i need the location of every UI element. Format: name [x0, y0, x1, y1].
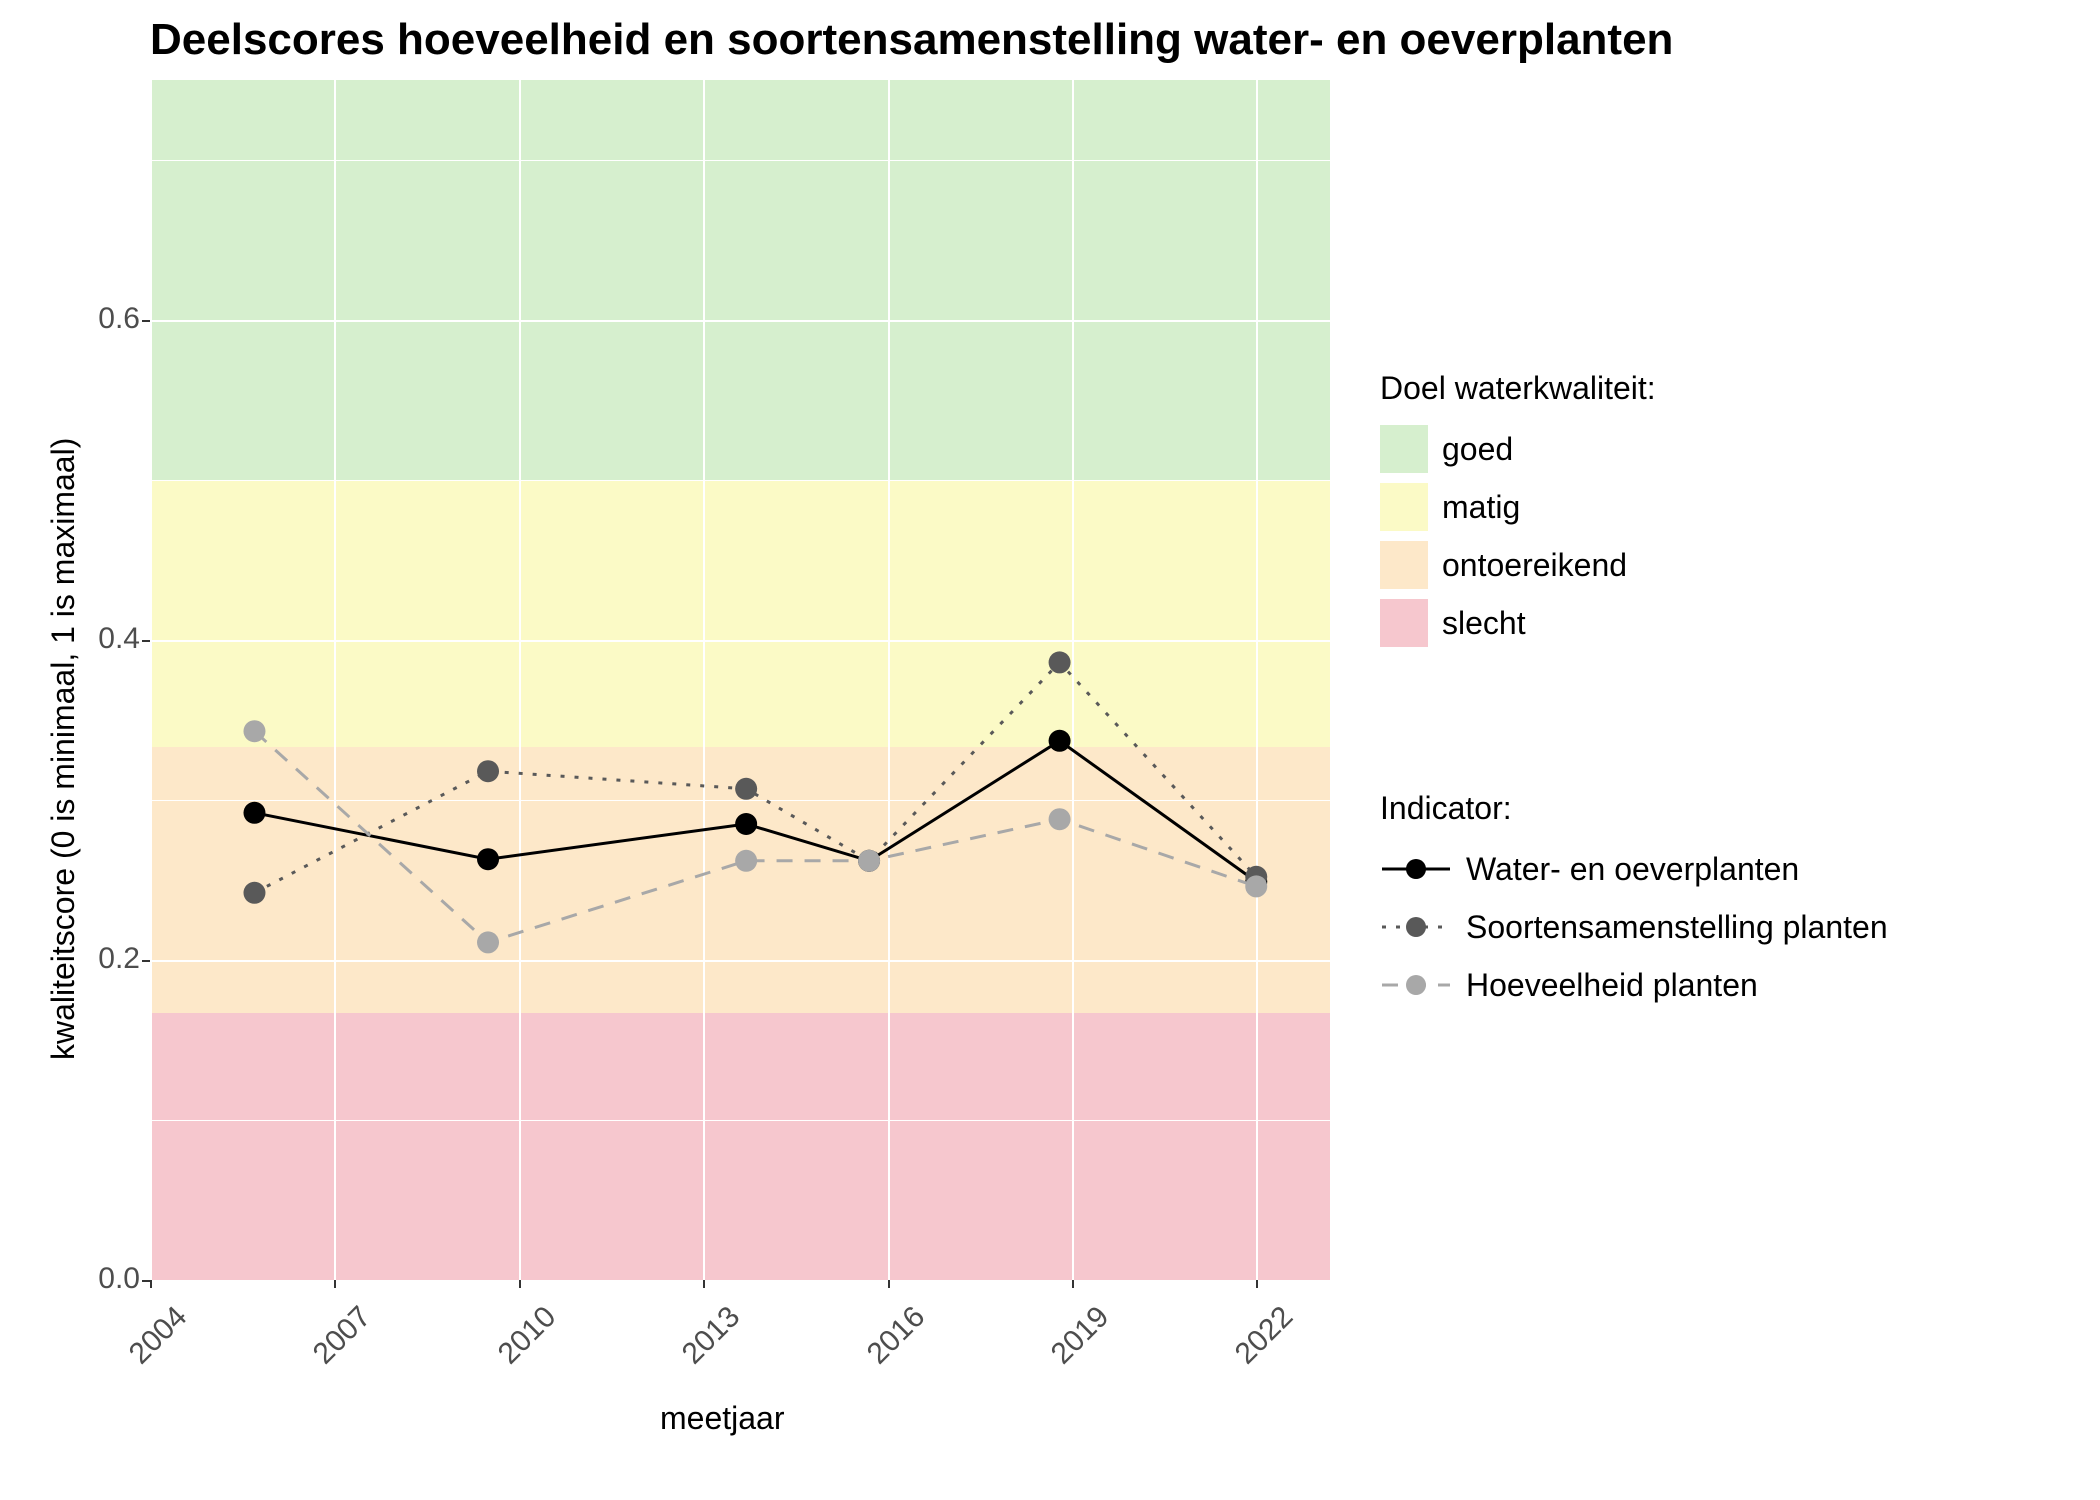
series-point	[735, 850, 757, 872]
legend-swatch	[1380, 541, 1428, 589]
legend-label: Water- en oeverplanten	[1466, 851, 1799, 888]
legend-indicator-item: Water- en oeverplanten	[1380, 845, 1888, 893]
legend-indicator-item: Hoeveelheid planten	[1380, 961, 1888, 1009]
x-tick-label: 2013	[659, 1300, 747, 1388]
legend-doel-title: Doel waterkwaliteit:	[1380, 370, 1656, 407]
legend-doel-item: slecht	[1380, 599, 1656, 647]
x-tick-mark	[888, 1280, 890, 1288]
legend-swatch	[1380, 599, 1428, 647]
x-tick-mark	[334, 1280, 336, 1288]
series-point	[477, 848, 499, 870]
legend-swatch	[1380, 483, 1428, 531]
y-tick-mark	[142, 640, 150, 642]
legend-doel-item: matig	[1380, 483, 1656, 531]
legend-indicator-title: Indicator:	[1380, 790, 1888, 827]
y-tick-mark	[142, 320, 150, 322]
series-point	[477, 760, 499, 782]
legend-label: slecht	[1442, 605, 1526, 642]
legend-label: Soortensamenstelling planten	[1466, 909, 1888, 946]
legend-indicator-item: Soortensamenstelling planten	[1380, 903, 1888, 951]
chart-title: Deelscores hoeveelheid en soortensamenst…	[150, 15, 1673, 65]
x-tick-mark	[1072, 1280, 1074, 1288]
series-point	[1049, 651, 1071, 673]
series-point	[1049, 730, 1071, 752]
x-tick-mark	[703, 1280, 705, 1288]
legend-doel-item: ontoereikend	[1380, 541, 1656, 589]
legend-doel-item: goed	[1380, 425, 1656, 473]
legend-doel: Doel waterkwaliteit: goed matig ontoereike…	[1380, 370, 1656, 657]
y-tick-mark	[142, 960, 150, 962]
series-point	[1245, 875, 1267, 897]
series-point	[243, 882, 265, 904]
x-axis-title: meetjaar	[660, 1400, 785, 1437]
x-tick-label: 2004	[106, 1300, 194, 1388]
legend-label: ontoereikend	[1442, 547, 1627, 584]
legend-label: goed	[1442, 431, 1513, 468]
chart-container: Deelscores hoeveelheid en soortensamenst…	[0, 0, 2100, 1500]
y-axis-title: kwaliteitscore (0 is minimaal, 1 is maxi…	[45, 438, 82, 1060]
series-point	[735, 778, 757, 800]
y-tick-label: 0.6	[40, 302, 140, 336]
legend-label: Hoeveelheid planten	[1466, 967, 1758, 1004]
x-tick-mark	[1256, 1280, 1258, 1288]
series-point	[735, 813, 757, 835]
series-point	[243, 720, 265, 742]
x-tick-label: 2016	[844, 1300, 932, 1388]
x-tick-label: 2022	[1213, 1300, 1301, 1388]
x-tick-mark	[519, 1280, 521, 1288]
legend-indicator: Indicator: Water- en oeverplanten Soorten…	[1380, 790, 1888, 1019]
legend-line-sample	[1380, 967, 1452, 1003]
gridline-h	[150, 1280, 1330, 1282]
series-point	[858, 850, 880, 872]
legend-line-sample	[1380, 851, 1452, 887]
x-tick-label: 2010	[475, 1300, 563, 1388]
y-tick-label: 0.0	[40, 1262, 140, 1296]
x-tick-label: 2019	[1028, 1300, 1116, 1388]
series-point	[477, 931, 499, 953]
legend-label: matig	[1442, 489, 1520, 526]
chart-svg	[150, 80, 1330, 1280]
series-line	[254, 731, 1256, 942]
y-tick-mark	[142, 1280, 150, 1282]
x-tick-label: 2007	[291, 1300, 379, 1388]
legend-swatch	[1380, 425, 1428, 473]
series-point	[243, 802, 265, 824]
x-tick-mark	[150, 1280, 152, 1288]
legend-line-sample	[1380, 909, 1452, 945]
plot-area	[150, 80, 1330, 1280]
series-point	[1049, 808, 1071, 830]
